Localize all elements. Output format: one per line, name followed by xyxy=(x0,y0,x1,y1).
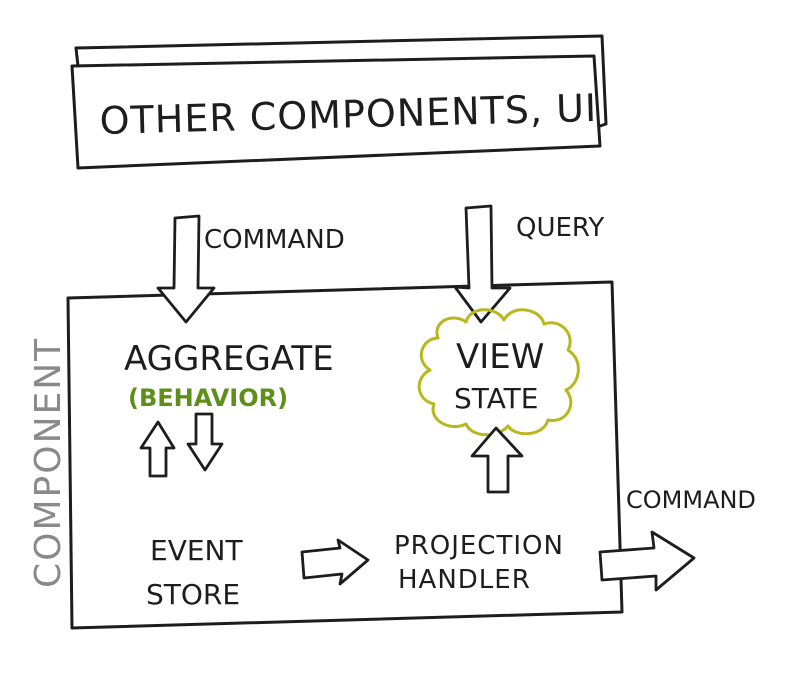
command-out-label: COMMAND xyxy=(626,486,756,514)
event-store-line1: EVENT xyxy=(150,534,243,567)
aggregate-title: AGGREGATE xyxy=(124,339,334,379)
component-label: COMPONENT xyxy=(28,337,69,588)
query-in-arrow xyxy=(453,204,512,324)
other-components-box: OTHER COMPONENTS, UI xyxy=(70,34,608,170)
up-arrow-to-aggregate xyxy=(139,420,176,478)
aggregate-subtitle: (BEHAVIOR) xyxy=(128,384,288,412)
view-state-line2: STATE xyxy=(454,382,538,415)
other-components-label: OTHER COMPONENTS, UI xyxy=(99,86,598,143)
down-arrow-to-event-store xyxy=(186,412,224,472)
command-in-label: COMMAND xyxy=(204,225,345,255)
view-state-line1: VIEW xyxy=(456,337,544,377)
event-store-line2: STORE xyxy=(146,578,240,611)
diagram-canvas: OTHER COMPONENTS, UI COMPONENT COMMAND Q… xyxy=(28,34,756,630)
up-arrow-to-view-state xyxy=(470,426,524,494)
query-in-label: QUERY xyxy=(516,213,604,243)
back-box-left-edge xyxy=(74,46,80,68)
aggregate-node: AGGREGATE (BEHAVIOR) xyxy=(124,339,334,412)
right-arrow-to-projection xyxy=(300,538,370,586)
projection-handler-node: PROJECTION HANDLER xyxy=(394,531,564,595)
projection-handler-line1: PROJECTION xyxy=(394,531,564,561)
command-out-arrow xyxy=(598,530,696,592)
projection-handler-line2: HANDLER xyxy=(398,565,531,595)
view-state-node: VIEW STATE xyxy=(417,308,580,437)
event-store-node: EVENT STORE xyxy=(146,534,243,611)
